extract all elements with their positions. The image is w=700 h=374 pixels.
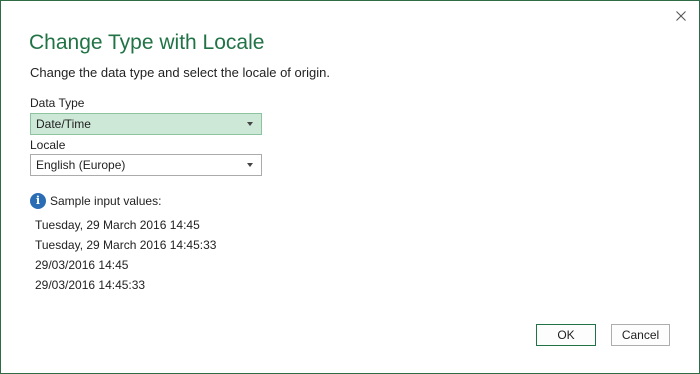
- cancel-button[interactable]: Cancel: [611, 324, 670, 346]
- sample-values-heading: i Sample input values:: [30, 193, 161, 209]
- chevron-down-icon: [247, 163, 253, 167]
- chevron-down-icon: [247, 122, 253, 126]
- locale-label: Locale: [30, 138, 66, 152]
- change-type-dialog: Change Type with Locale Change the data …: [0, 0, 700, 374]
- list-item: Tuesday, 29 March 2016 14:45: [35, 218, 200, 232]
- data-type-value: Date/Time: [36, 117, 91, 131]
- sample-values-list: Tuesday, 29 March 2016 14:45 Tuesday, 29…: [35, 217, 216, 297]
- data-type-label: Data Type: [30, 96, 85, 110]
- list-item: 29/03/2016 14:45:33: [35, 278, 146, 292]
- list-item: Tuesday, 29 March 2016 14:45:33: [35, 238, 217, 252]
- close-icon: [676, 11, 686, 21]
- dialog-title: Change Type with Locale: [29, 31, 265, 54]
- info-icon: i: [30, 193, 46, 209]
- dialog-subtitle: Change the data type and select the loca…: [30, 65, 330, 80]
- list-item: 29/03/2016 14:45: [35, 258, 129, 272]
- locale-value: English (Europe): [36, 158, 126, 172]
- close-button[interactable]: [671, 6, 691, 26]
- locale-dropdown[interactable]: English (Europe): [30, 154, 262, 176]
- ok-button[interactable]: OK: [536, 324, 596, 346]
- data-type-dropdown[interactable]: Date/Time: [30, 113, 262, 135]
- sample-values-label: Sample input values:: [50, 194, 162, 208]
